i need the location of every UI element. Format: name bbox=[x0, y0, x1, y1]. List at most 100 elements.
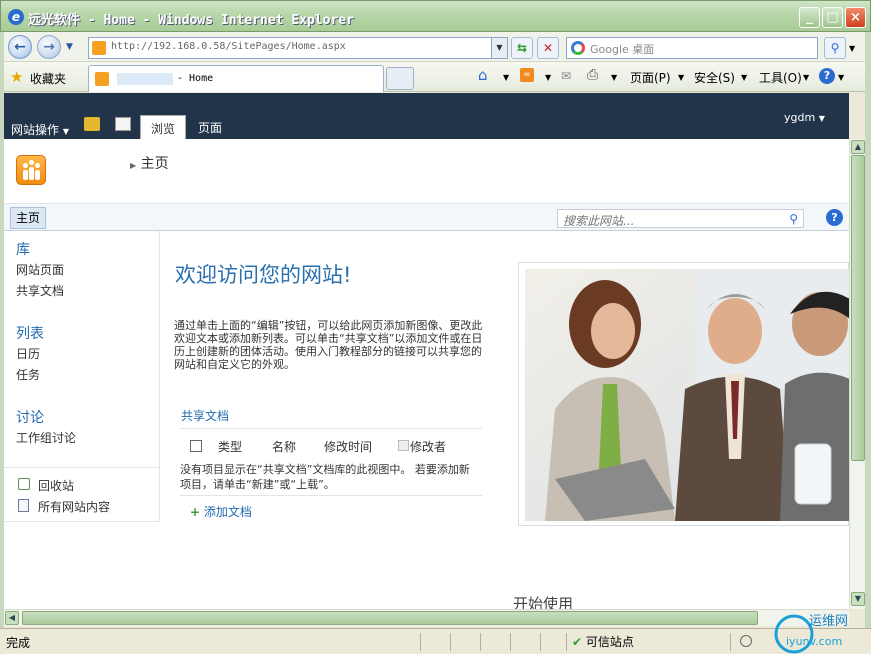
address-input[interactable]: http://192.168.0.58/SitePages/Home.aspx bbox=[111, 41, 346, 52]
horizontal-scroll-thumb[interactable] bbox=[22, 611, 758, 625]
quick-launch: 库 网站页面 共享文档 列表 日历 任务 讨论 工作组讨论 回收站 所有网站内容 bbox=[4, 231, 160, 522]
refresh-button[interactable]: ⇆ bbox=[511, 37, 533, 59]
site-search-input[interactable]: 搜索此网站... bbox=[563, 212, 634, 229]
site-actions-menu[interactable]: 网站操作 ▼ bbox=[11, 121, 69, 138]
site-logo-icon[interactable] bbox=[16, 155, 46, 185]
nav-item-recycle-bin[interactable]: 回收站 bbox=[38, 477, 74, 494]
webpart-divider-bottom bbox=[180, 495, 482, 496]
nav-item-all-site-content[interactable]: 所有网站内容 bbox=[38, 498, 110, 515]
search-button[interactable]: ⚲ bbox=[824, 37, 846, 59]
tab-browse[interactable]: 浏览 bbox=[140, 115, 187, 139]
welcome-title: 欢迎访问您的网站! bbox=[175, 263, 352, 287]
horizontal-scrollbar[interactable]: ◀ bbox=[4, 609, 849, 626]
page-menu[interactable]: 页面(P) bbox=[630, 69, 671, 86]
all-content-icon bbox=[18, 499, 29, 512]
maximize-button[interactable]: □ bbox=[822, 7, 843, 28]
user-name[interactable]: ygdm bbox=[784, 111, 815, 124]
webpart-divider bbox=[180, 428, 482, 429]
recent-pages-icon[interactable]: ▼ bbox=[66, 42, 73, 52]
vertical-scrollbar[interactable]: ▲ ▼ bbox=[849, 139, 865, 609]
new-tab-button[interactable] bbox=[386, 67, 414, 90]
help-menu-icon[interactable]: ? bbox=[819, 68, 835, 84]
help-icon[interactable]: ? bbox=[826, 209, 843, 226]
column-name[interactable]: 名称 bbox=[272, 438, 296, 455]
nav-divider bbox=[4, 467, 160, 468]
status-separator bbox=[450, 633, 451, 651]
site-favicon-icon bbox=[92, 41, 106, 55]
security-zone[interactable]: ✔ 可信站点 bbox=[572, 633, 634, 650]
get-started-heading: 开始使用 bbox=[513, 595, 574, 609]
safety-menu[interactable]: 安全(S) bbox=[694, 69, 735, 86]
nav-item-shared-documents[interactable]: 共享文档 bbox=[16, 282, 64, 299]
column-modified[interactable]: 修改时间 bbox=[324, 438, 372, 455]
status-separator bbox=[510, 633, 511, 651]
favorites-star-icon[interactable]: ★ bbox=[10, 68, 23, 86]
add-document-label[interactable]: 添加文档 bbox=[204, 505, 252, 519]
recycle-bin-icon bbox=[18, 478, 30, 490]
home-dropdown-icon[interactable]: ▼ bbox=[503, 73, 509, 82]
nav-header-lists[interactable]: 列表 bbox=[16, 323, 44, 343]
ie-logo-icon: e bbox=[8, 9, 24, 25]
rss-dropdown-icon[interactable]: ▼ bbox=[545, 73, 551, 82]
site-search-box[interactable]: 搜索此网站... ⚲ bbox=[557, 209, 804, 228]
browser-tab-home[interactable]: - Home bbox=[88, 65, 384, 92]
column-type[interactable]: 类型 bbox=[218, 438, 242, 455]
user-menu[interactable]: ygdm ▼ bbox=[784, 111, 825, 124]
nav-item-team-discussion[interactable]: 工作组讨论 bbox=[16, 429, 76, 446]
mail-icon[interactable]: ✉ bbox=[561, 69, 571, 83]
tab-page[interactable]: 页面 bbox=[188, 115, 232, 139]
stop-button[interactable]: ✕ bbox=[537, 37, 559, 59]
sharepoint-ribbon: 网站操作 ▼ 浏览 页面 ygdm ▼ bbox=[4, 93, 849, 139]
rss-feed-icon[interactable]: ≈ bbox=[520, 68, 534, 82]
nav-header-libraries[interactable]: 库 bbox=[16, 239, 30, 259]
print-icon[interactable]: ⎙ bbox=[587, 67, 598, 83]
nav-item-site-pages[interactable]: 网站页面 bbox=[16, 261, 64, 278]
tools-menu[interactable]: 工具(O) bbox=[759, 69, 802, 86]
add-document-link[interactable]: + 添加文档 bbox=[190, 503, 252, 520]
favorites-button[interactable]: 收藏夹 bbox=[30, 70, 66, 87]
shared-docs-webpart-title[interactable]: 共享文档 bbox=[181, 407, 229, 424]
address-bar[interactable]: http://192.168.0.58/SitePages/Home.aspx … bbox=[88, 37, 508, 59]
nav-header-discussions[interactable]: 讨论 bbox=[16, 407, 44, 427]
minimize-button[interactable]: _ bbox=[799, 7, 820, 28]
user-dropdown-icon: ▼ bbox=[818, 114, 825, 123]
nav-item-tasks[interactable]: 任务 bbox=[16, 366, 40, 383]
status-text: 完成 bbox=[6, 636, 31, 650]
search-input[interactable]: Google 桌面 bbox=[590, 41, 654, 57]
site-actions-label[interactable]: 网站操作 bbox=[11, 123, 59, 137]
security-zone-label: 可信站点 bbox=[585, 635, 634, 649]
vertical-scroll-thumb[interactable] bbox=[851, 155, 865, 461]
address-dropdown-icon[interactable]: ▼ bbox=[491, 38, 507, 58]
nav-item-calendar[interactable]: 日历 bbox=[16, 345, 40, 362]
search-box[interactable]: Google 桌面 bbox=[566, 37, 818, 59]
empty-list-message: 没有项目显示在“共享文档”文档库的此视图中。 若要添加新项目，请单击“新建”或“… bbox=[180, 463, 470, 491]
scroll-up-icon[interactable]: ▲ bbox=[851, 140, 865, 154]
navigate-up-icon[interactable] bbox=[84, 117, 100, 131]
watermark-sub: iyunv.com bbox=[786, 635, 842, 648]
status-bar: 完成 ✔ 可信站点 bbox=[0, 628, 871, 654]
close-button[interactable]: × bbox=[845, 7, 866, 28]
page-menu-dropdown-icon: ▼ bbox=[678, 73, 685, 82]
scroll-left-icon[interactable]: ◀ bbox=[5, 611, 19, 625]
status-separator bbox=[420, 633, 421, 651]
google-icon bbox=[571, 41, 585, 55]
add-icon: + bbox=[190, 505, 201, 519]
select-all-checkbox[interactable] bbox=[190, 440, 202, 452]
help-dropdown-icon[interactable]: ▼ bbox=[838, 73, 844, 82]
search-options-icon[interactable]: ▼ bbox=[849, 44, 855, 53]
tab-title-redacted bbox=[117, 73, 173, 85]
home-icon[interactable]: ⌂ bbox=[478, 66, 488, 84]
back-button[interactable]: ← bbox=[8, 35, 32, 59]
print-dropdown-icon[interactable]: ▼ bbox=[611, 73, 617, 82]
trusted-check-icon: ✔ bbox=[572, 635, 583, 649]
protected-mode-icon[interactable] bbox=[740, 635, 752, 647]
breadcrumb-home[interactable]: 主页 bbox=[141, 156, 169, 172]
forward-button[interactable]: → bbox=[37, 35, 61, 59]
window-titlebar[interactable]: e 远光软件 - Home - Windows Internet Explore… bbox=[0, 0, 871, 32]
column-modified-by[interactable]: 修改者 bbox=[410, 438, 446, 455]
top-nav-bar: 主页 搜索此网站... ⚲ ? bbox=[4, 203, 849, 231]
search-icon[interactable]: ⚲ bbox=[789, 212, 798, 226]
edit-page-icon[interactable] bbox=[115, 117, 131, 131]
nav-home-tab[interactable]: 主页 bbox=[10, 207, 46, 229]
scroll-down-icon[interactable]: ▼ bbox=[851, 592, 865, 606]
